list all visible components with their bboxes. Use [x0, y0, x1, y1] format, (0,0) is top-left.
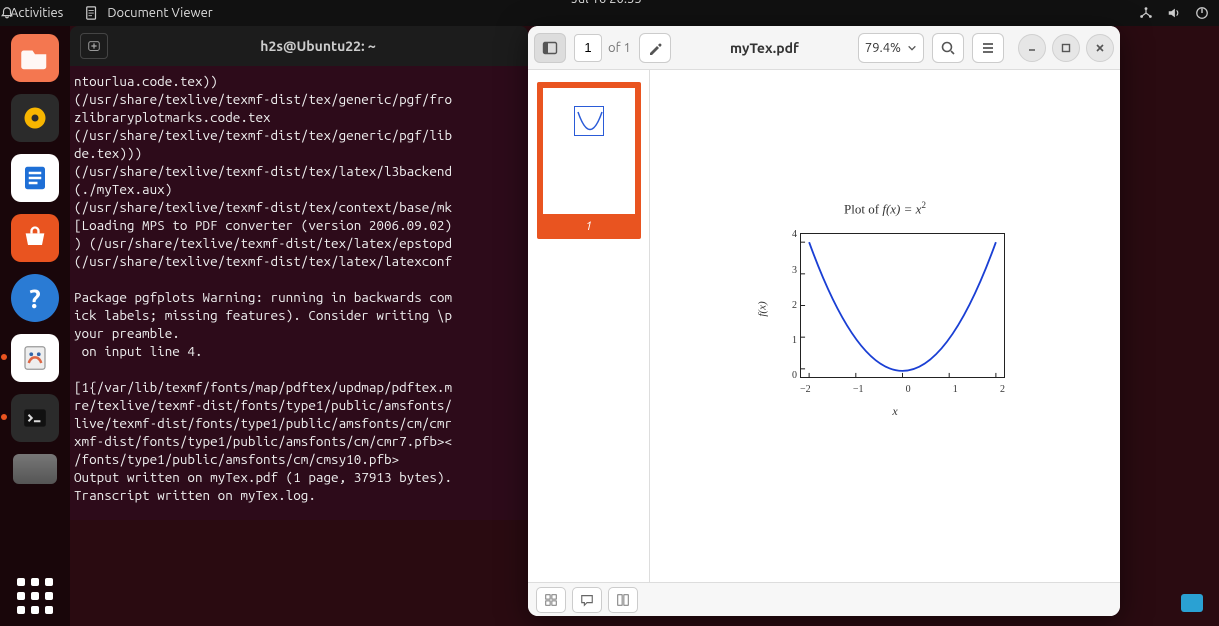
- view-outline-button[interactable]: [608, 587, 638, 613]
- zoom-selector[interactable]: 79.4%: [858, 33, 924, 63]
- close-button[interactable]: [1086, 34, 1114, 62]
- terminal-title: h2s@Ubuntu22: ~: [118, 38, 518, 54]
- terminal-output[interactable]: ntourlua.code.tex)) (/usr/share/texlive/…: [70, 66, 528, 510]
- toggle-sidebar-button[interactable]: [534, 33, 566, 63]
- help-app-icon[interactable]: ?: [11, 274, 59, 322]
- document-title: myTex.pdf: [679, 40, 850, 56]
- thumbnail-number: 1: [585, 220, 592, 233]
- menu-button[interactable]: [972, 33, 1004, 63]
- plot: Plot of f(x) = x2 f(x) 0 1 2 3 4: [745, 200, 1025, 403]
- terminal-app-icon[interactable]: [11, 394, 59, 442]
- minimize-button[interactable]: [1018, 34, 1046, 62]
- top-bar: Activities Document Viewer Jul 16 20:55: [0, 0, 1219, 26]
- document-viewer-app-icon[interactable]: [11, 334, 59, 382]
- maximize-button[interactable]: [1052, 34, 1080, 62]
- view-thumbnails-button[interactable]: [536, 587, 566, 613]
- thumbnail-preview: [574, 106, 604, 136]
- view-annotations-button[interactable]: [572, 587, 602, 613]
- files-app-icon[interactable]: [11, 34, 59, 82]
- viewer-header: of 1 myTex.pdf 79.4%: [528, 26, 1120, 70]
- new-tab-button[interactable]: [80, 33, 108, 59]
- page-navigator: of 1: [574, 34, 631, 62]
- document-view[interactable]: Plot of f(x) = x2 f(x) 0 1 2 3 4: [650, 70, 1120, 582]
- viewer-footer: [528, 582, 1120, 616]
- page-total-label: of 1: [608, 41, 631, 55]
- rhythmbox-app-icon[interactable]: [11, 94, 59, 142]
- page-thumbnail[interactable]: 1: [537, 82, 641, 239]
- y-ticks: 0 1 2 3 4: [779, 229, 797, 381]
- dock: ?: [0, 26, 70, 626]
- x-ticks: −2 −1 0 1 2: [800, 384, 1005, 395]
- plot-axes: [800, 233, 1005, 378]
- libreoffice-writer-icon[interactable]: [11, 154, 59, 202]
- search-button[interactable]: [932, 33, 964, 63]
- thumbnail-sidebar: 1: [528, 70, 650, 582]
- notification-bubble-icon[interactable]: [1181, 594, 1203, 612]
- clock[interactable]: Jul 16 20:55: [565, 0, 647, 6]
- page-number-input[interactable]: [574, 34, 602, 62]
- document-viewer-window: of 1 myTex.pdf 79.4%: [528, 26, 1120, 616]
- disk-app-icon[interactable]: [13, 454, 57, 484]
- x-axis-label: x: [775, 404, 1015, 419]
- y-axis-label: f(x): [757, 302, 769, 317]
- terminal-titlebar[interactable]: h2s@Ubuntu22: ~: [70, 26, 528, 66]
- show-applications-button[interactable]: [17, 578, 53, 614]
- terminal-window: h2s@Ubuntu22: ~ ntourlua.code.tex)) (/us…: [70, 26, 528, 520]
- chevron-down-icon: [907, 43, 917, 53]
- zoom-value: 79.4%: [865, 41, 901, 55]
- annotate-button[interactable]: [639, 33, 671, 63]
- ubuntu-software-icon[interactable]: [11, 214, 59, 262]
- plot-title: Plot of f(x) = x2: [745, 200, 1025, 217]
